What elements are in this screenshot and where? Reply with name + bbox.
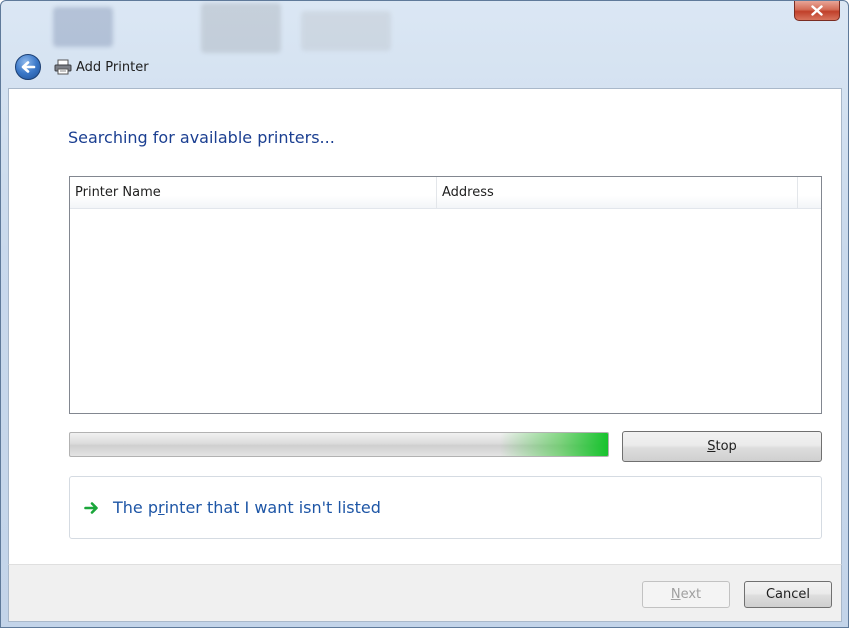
printer-not-listed-link[interactable]: The printer that I want isn't listed <box>69 476 822 539</box>
stop-button[interactable]: Stop <box>622 431 822 462</box>
glass-background-shape <box>301 11 391 51</box>
wizard-content: Searching for available printers... Prin… <box>8 88 842 564</box>
close-x-icon <box>811 5 823 16</box>
printer-not-listed-text: The printer that I want isn't listed <box>113 498 381 517</box>
close-button[interactable] <box>794 1 840 21</box>
title-bar: Add Printer <box>15 53 149 81</box>
link-text-part: inter that I want isn't listed <box>164 498 381 517</box>
progress-marquee-glow <box>500 433 608 456</box>
page-heading: Searching for available printers... <box>68 128 335 147</box>
window-title: Add Printer <box>76 59 149 75</box>
search-progress-bar <box>69 432 609 457</box>
green-arrow-icon <box>84 500 100 516</box>
column-header-printer-name[interactable]: Printer Name <box>70 177 437 208</box>
stop-button-accelerator: S <box>707 439 716 454</box>
link-text-part: The p <box>113 498 158 517</box>
next-button[interactable]: Next <box>642 581 730 608</box>
cancel-button[interactable]: Cancel <box>744 581 832 608</box>
wizard-footer: Next Cancel <box>8 564 842 622</box>
add-printer-window: Add Printer Searching for available prin… <box>0 0 849 628</box>
list-header: Printer Name Address <box>70 177 821 209</box>
printer-icon <box>54 59 72 75</box>
next-button-label: ext <box>680 587 702 602</box>
back-arrow-icon <box>21 61 36 73</box>
next-button-accelerator: N <box>670 587 681 602</box>
stop-button-label: top <box>715 439 737 454</box>
column-header-filler <box>798 177 821 208</box>
back-button[interactable] <box>15 54 41 80</box>
glass-background-shape <box>53 7 113 47</box>
link-text-accelerator: r <box>158 498 165 517</box>
glass-background-shape <box>201 3 281 53</box>
printer-list[interactable]: Printer Name Address <box>69 176 822 414</box>
column-header-address[interactable]: Address <box>437 177 798 208</box>
